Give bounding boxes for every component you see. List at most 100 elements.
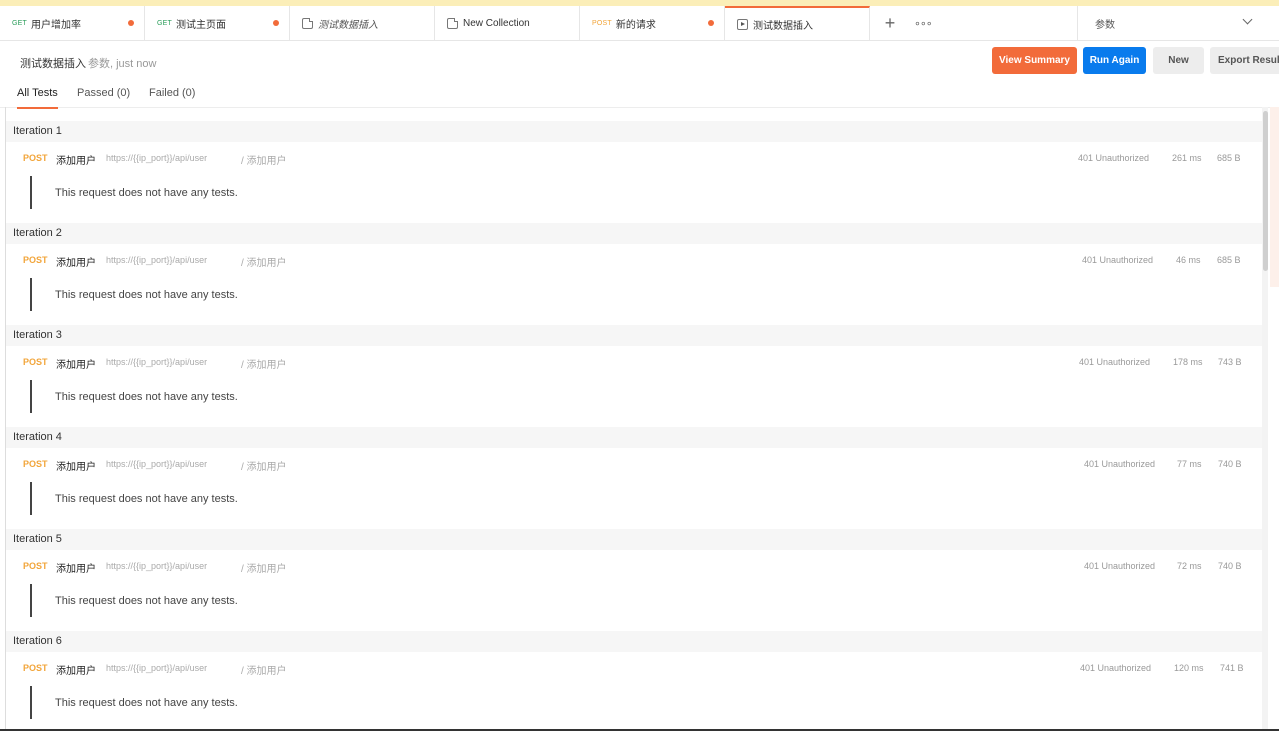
request-name: 添加用户 [56,156,96,167]
tab-new-request[interactable]: POST 新的请求 [580,6,725,40]
no-tests-message: This request does not have any tests. [55,187,238,199]
request-row[interactable]: POST 添加用户 https://{{ip_port}}/api/user /… [6,244,1262,274]
unsaved-dot-icon [128,20,134,26]
response-size: 741 B [1220,663,1244,673]
tab-label: 新的请求 [615,19,656,31]
iterations-list: Iteration 1 POST 添加用户 https://{{ip_port}… [6,121,1262,731]
tab-method: POST [592,19,612,27]
chevron-down-icon [1242,14,1253,25]
request-name: 添加用户 [56,258,96,269]
runner-play-icon [737,18,748,30]
tab-user-growth[interactable]: GET 用户增加率 [0,6,145,40]
collection-icon [302,17,313,29]
iteration-header: Iteration 2 [6,223,1262,244]
tests-divider [30,380,32,413]
status-code: 401 Unauthorized [1082,255,1154,265]
tab-runner-results[interactable]: 测试数据插入 [725,6,870,40]
tab-label: 测试数据插入 [318,19,378,31]
run-name: 测试数据插入 [20,58,86,70]
tests-divider [30,584,32,617]
tab-passed[interactable]: Passed (0) [77,87,130,107]
export-results-button[interactable]: Export Results [1210,47,1279,74]
status-code: 401 Unauthorized [1080,663,1152,673]
request-method: POST [23,561,48,571]
request-method: POST [23,663,48,673]
no-tests-message: This request does not have any tests. [55,289,238,301]
request-method: POST [23,459,48,469]
runner-header: 测试数据插入 参数, just now View Summary Run Aga… [0,41,1279,81]
new-button[interactable]: New [1153,47,1204,74]
tab-new-collection[interactable]: New Collection [435,6,580,40]
no-tests-message: This request does not have any tests. [55,391,238,403]
tab-tools: + ∘∘∘ [870,6,1070,40]
run-again-button[interactable]: Run Again [1083,47,1146,74]
right-edge-panel [1270,107,1279,287]
response-time: 261 ms [1172,153,1202,163]
tests-panel: This request does not have any tests. [6,376,1262,427]
request-path: / 添加用户 [241,258,287,269]
response-size: 685 B [1217,255,1241,265]
tab-collection-test-data[interactable]: 测试数据插入 [290,6,435,40]
run-meta: 参数, just now [88,58,157,70]
iteration-header: Iteration 5 [6,529,1262,550]
tab-failed[interactable]: Failed (0) [149,87,195,107]
response-size: 740 B [1218,459,1242,469]
request-row[interactable]: POST 添加用户 https://{{ip_port}}/api/user /… [6,448,1262,478]
iteration-block: Iteration 1 POST 添加用户 https://{{ip_port}… [6,121,1262,223]
tests-divider [30,176,32,209]
iteration-header: Iteration 3 [6,325,1262,346]
response-time: 77 ms [1177,459,1202,469]
tab-label: New Collection [463,17,530,29]
unsaved-dot-icon [708,20,714,26]
tab-all-tests[interactable]: All Tests [17,87,58,109]
tab-label: 测试数据插入 [753,20,813,32]
request-url: https://{{ip_port}}/api/user [106,561,208,571]
no-tests-message: This request does not have any tests. [55,595,238,607]
more-options-icon[interactable]: ∘∘∘ [914,17,933,30]
request-path: / 添加用户 [241,462,287,473]
iteration-header: Iteration 4 [6,427,1262,448]
request-row[interactable]: POST 添加用户 https://{{ip_port}}/api/user /… [6,142,1262,172]
iteration-header: Iteration 1 [6,121,1262,142]
request-path: / 添加用户 [241,666,287,677]
iteration-header: Iteration 6 [6,631,1262,652]
request-path: / 添加用户 [241,564,287,575]
tests-divider [30,278,32,311]
request-row[interactable]: POST 添加用户 https://{{ip_port}}/api/user /… [6,652,1262,682]
request-row[interactable]: POST 添加用户 https://{{ip_port}}/api/user /… [6,550,1262,580]
tab-label: 用户增加率 [31,19,81,31]
iteration-block: Iteration 5 POST 添加用户 https://{{ip_port}… [6,529,1262,631]
no-tests-message: This request does not have any tests. [55,697,238,709]
response-time: 46 ms [1176,255,1201,265]
request-path: / 添加用户 [241,156,287,167]
request-path: / 添加用户 [241,360,287,371]
no-tests-message: This request does not have any tests. [55,493,238,505]
vertical-scrollbar-thumb[interactable] [1263,111,1268,271]
tab-test-homepage[interactable]: GET 测试主页面 [145,6,290,40]
tests-panel: This request does not have any tests. [6,172,1262,223]
view-summary-button[interactable]: View Summary [992,47,1077,74]
tests-panel: This request does not have any tests. [6,478,1262,529]
status-code: 401 Unauthorized [1084,459,1156,469]
request-row[interactable]: POST 添加用户 https://{{ip_port}}/api/user /… [6,346,1262,376]
request-name: 添加用户 [56,360,96,371]
tests-divider [30,482,32,515]
environment-select[interactable]: 参数 [1077,6,1279,40]
iteration-block: Iteration 4 POST 添加用户 https://{{ip_port}… [6,427,1262,529]
request-name: 添加用户 [56,462,96,473]
tests-panel: This request does not have any tests. [6,274,1262,325]
tests-panel: This request does not have any tests. [6,580,1262,631]
status-code: 401 Unauthorized [1079,357,1151,367]
response-time: 72 ms [1177,561,1202,571]
request-method: POST [23,357,48,367]
tab-label: 测试主页面 [176,19,226,31]
status-code: 401 Unauthorized [1084,561,1156,571]
request-name: 添加用户 [56,564,96,575]
add-tab-plus-icon[interactable]: + [880,13,900,34]
response-size: 740 B [1218,561,1242,571]
unsaved-dot-icon [273,20,279,26]
iteration-block: Iteration 3 POST 添加用户 https://{{ip_port}… [6,325,1262,427]
request-url: https://{{ip_port}}/api/user [106,357,208,367]
collection-icon [447,17,458,29]
tab-method: GET [12,19,27,27]
